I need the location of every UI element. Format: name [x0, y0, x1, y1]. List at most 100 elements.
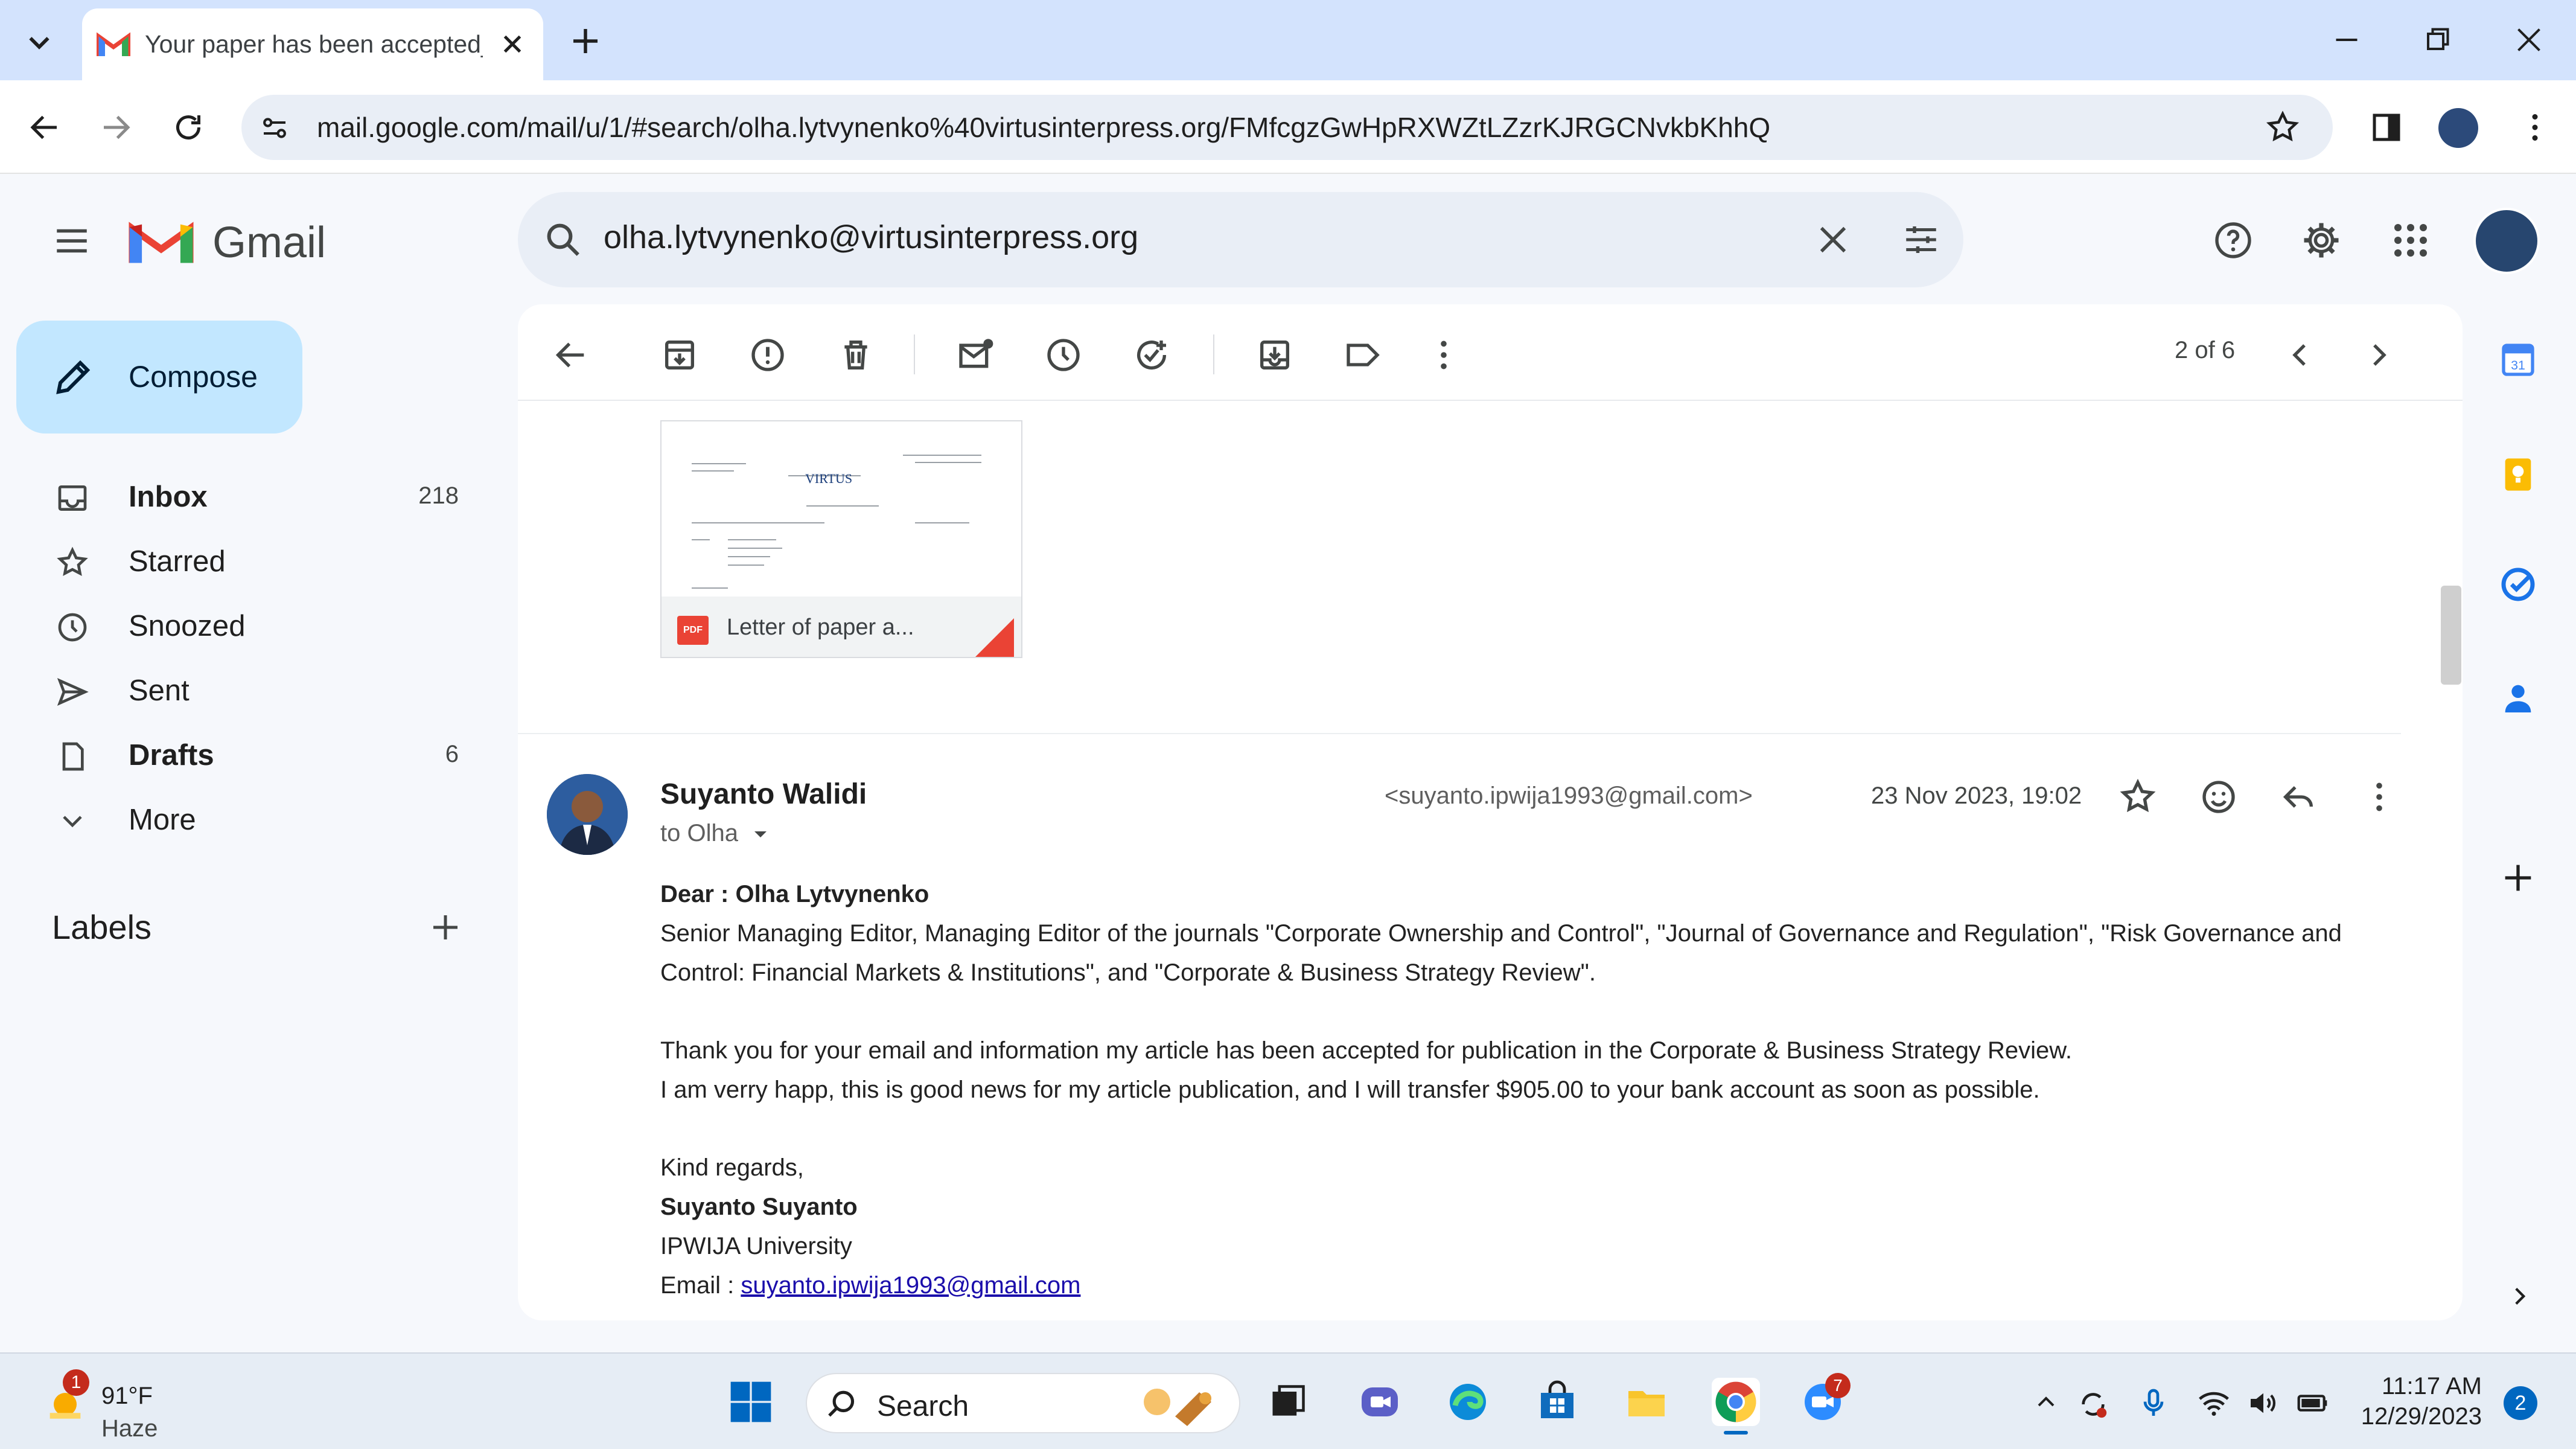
- main-menu-icon[interactable]: [52, 221, 92, 261]
- sync-icon[interactable]: [2076, 1387, 2110, 1421]
- keep-app-icon[interactable]: [2499, 455, 2537, 494]
- add-label-icon[interactable]: [427, 909, 464, 945]
- sidebar-item-starred[interactable]: Starred: [0, 533, 495, 590]
- taskbar-clock-time[interactable]: 11:17 AM: [2354, 1373, 2482, 1400]
- greeting: Dear : Olha Lytvynenko: [660, 881, 929, 907]
- message-divider: [518, 733, 2401, 734]
- volume-icon[interactable]: [2246, 1386, 2280, 1420]
- browser-menu-icon[interactable]: [2517, 109, 2553, 146]
- weather-widget[interactable]: 1 91°F Haze: [30, 1364, 175, 1442]
- back-to-list-icon[interactable]: [552, 336, 590, 374]
- star-message-icon[interactable]: [2119, 778, 2157, 816]
- sender-avatar[interactable]: [547, 774, 628, 855]
- older-chevron-right-icon[interactable]: [2360, 336, 2399, 374]
- add-task-icon[interactable]: [1132, 336, 1171, 374]
- zoom-app-icon[interactable]: 7: [1801, 1373, 1851, 1424]
- close-tab-icon[interactable]: [497, 29, 528, 59]
- microphone-icon[interactable]: [2137, 1386, 2170, 1420]
- sidebar-item-label: Drafts: [129, 739, 214, 772]
- reply-icon[interactable]: [2279, 778, 2318, 816]
- account-avatar[interactable]: [2473, 208, 2540, 274]
- body-line: I am verry happ, this is good news for m…: [660, 1076, 2040, 1103]
- pdf-attachment-card[interactable]: VIRTUS PDF Letter of paper a...: [660, 420, 1022, 658]
- search-icon[interactable]: [543, 220, 583, 260]
- get-addons-icon[interactable]: [2499, 859, 2537, 897]
- url-text[interactable]: mail.google.com/mail/u/1/#search/olha.ly…: [317, 111, 1770, 144]
- details-dropdown-icon[interactable]: [748, 822, 773, 846]
- pdf-icon: PDF: [677, 616, 709, 645]
- snooze-icon[interactable]: [1044, 336, 1083, 374]
- side-panel-icon[interactable]: [2368, 109, 2405, 146]
- draft-icon: [56, 740, 89, 773]
- minimize-icon[interactable]: [2329, 22, 2365, 58]
- weather-alert-badge: 1: [63, 1369, 89, 1396]
- wifi-icon[interactable]: [2197, 1386, 2231, 1420]
- gmail-logo-icon[interactable]: [128, 216, 194, 266]
- report-spam-icon[interactable]: [748, 336, 787, 374]
- notification-center-badge[interactable]: 2: [2504, 1386, 2537, 1420]
- sidebar-item-more[interactable]: More: [0, 791, 495, 849]
- restore-icon[interactable]: [2419, 22, 2455, 58]
- taskbar-clock-date[interactable]: 12/29/2023: [2354, 1403, 2482, 1430]
- tasks-app-icon[interactable]: [2499, 565, 2537, 604]
- sidebar-item-label: Sent: [129, 674, 190, 707]
- compose-button[interactable]: Compose: [16, 321, 302, 433]
- message-date: 23 Nov 2023, 19:02: [1871, 782, 2082, 809]
- start-windows-icon[interactable]: [727, 1378, 775, 1426]
- chevron-down-icon: [56, 804, 89, 838]
- profile-avatar[interactable]: [2438, 108, 2478, 148]
- sender-name[interactable]: Suyanto Walidi: [660, 778, 867, 811]
- battery-icon[interactable]: [2296, 1386, 2330, 1420]
- hide-side-panel-icon[interactable]: [2505, 1281, 2535, 1311]
- forward-icon[interactable]: [98, 109, 134, 146]
- edge-browser-icon[interactable]: [1446, 1380, 1490, 1424]
- mail-search-bar[interactable]: olha.lytvynenko@virtusinterpress.org: [518, 192, 1963, 287]
- draft-count: 6: [445, 741, 459, 767]
- contacts-app-icon[interactable]: [2499, 679, 2537, 717]
- new-tab-icon[interactable]: [567, 23, 604, 59]
- browser-tab-active[interactable]: Your paper has been accepted_: [82, 8, 543, 82]
- newer-chevron-left-icon[interactable]: [2280, 336, 2319, 374]
- tab-search-button[interactable]: [18, 21, 60, 63]
- attachment-footer: PDF Letter of paper a...: [662, 597, 1021, 657]
- clock-icon: [56, 610, 89, 644]
- label-icon[interactable]: [1344, 336, 1382, 374]
- bookmark-star-icon[interactable]: [2265, 109, 2301, 146]
- task-view-icon[interactable]: [1267, 1381, 1309, 1422]
- signature-org: IPWIJA University: [660, 1233, 852, 1259]
- chrome-icon[interactable]: [1712, 1378, 1760, 1435]
- microsoft-store-icon[interactable]: [1535, 1380, 1579, 1424]
- help-icon[interactable]: [2211, 219, 2255, 262]
- back-icon[interactable]: [27, 109, 63, 146]
- more-options-icon[interactable]: [1424, 336, 1463, 374]
- window-close-icon[interactable]: [2511, 22, 2547, 58]
- file-explorer-icon[interactable]: [1625, 1380, 1668, 1424]
- calendar-app-icon[interactable]: 31: [2499, 341, 2537, 379]
- emoji-reaction-icon[interactable]: [2199, 778, 2238, 816]
- settings-gear-icon[interactable]: [2300, 219, 2343, 262]
- delete-icon[interactable]: [837, 336, 875, 374]
- reload-icon[interactable]: [170, 109, 206, 146]
- clear-search-icon[interactable]: [1813, 220, 1853, 260]
- teams-chat-icon[interactable]: [1358, 1380, 1401, 1424]
- signature-email-label: Email :: [660, 1272, 741, 1299]
- browser-toolbar: mail.google.com/mail/u/1/#search/olha.ly…: [0, 80, 2576, 174]
- sidebar-item-snoozed[interactable]: Snoozed: [0, 597, 495, 655]
- hidden-icons-chevron-up-icon[interactable]: [2032, 1387, 2061, 1416]
- sidebar-item-inbox[interactable]: Inbox 218: [0, 468, 495, 526]
- mark-unread-icon[interactable]: [956, 336, 995, 374]
- message-scrollbar[interactable]: [2441, 586, 2461, 685]
- search-options-icon[interactable]: [1901, 220, 1941, 260]
- archive-icon[interactable]: [660, 336, 699, 374]
- apps-grid-icon[interactable]: [2389, 219, 2432, 262]
- search-input[interactable]: olha.lytvynenko@virtusinterpress.org: [604, 219, 1138, 256]
- message-more-icon[interactable]: [2360, 778, 2399, 816]
- taskbar-search-box[interactable]: Search: [806, 1373, 1240, 1433]
- move-to-icon[interactable]: [1255, 336, 1294, 374]
- signature-email-link[interactable]: suyanto.ipwija1993@gmail.com: [741, 1272, 1080, 1299]
- site-settings-icon[interactable]: [258, 112, 291, 144]
- sidebar-item-drafts[interactable]: Drafts 6: [0, 726, 495, 784]
- gmail-favicon-icon: [97, 30, 130, 57]
- address-bar[interactable]: mail.google.com/mail/u/1/#search/olha.ly…: [241, 95, 2333, 160]
- sidebar-item-sent[interactable]: Sent: [0, 662, 495, 720]
